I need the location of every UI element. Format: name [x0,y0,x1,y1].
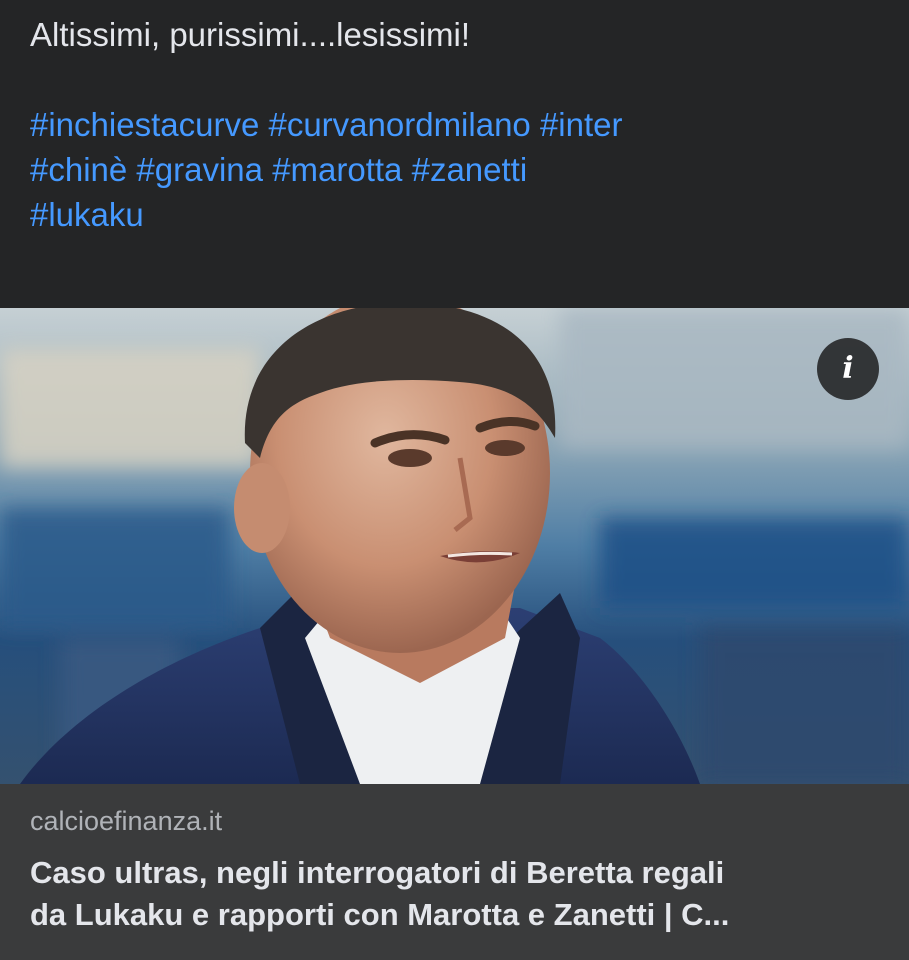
hashtag-line: #chinè #gravina #marotta #zanetti [30,151,527,188]
portrait-photo [0,308,909,784]
hashtag-line: #lukaku [30,196,144,233]
hashtag-inchiestacurve[interactable]: #inchiestacurve [30,106,259,143]
post-text: Altissimi, purissimi....lesissimi! #inch… [30,12,890,237]
info-button[interactable]: i [817,338,879,400]
post-caption: Altissimi, purissimi....lesissimi! [30,16,471,53]
hashtag-zanetti[interactable]: #zanetti [412,151,528,188]
hashtag-line: #inchiestacurve #curvanordmilano #inter [30,106,623,143]
hashtag-gravina[interactable]: #gravina [136,151,263,188]
hashtag-chine[interactable]: #chinè [30,151,127,188]
link-preview-card[interactable]: i calcioefinanza.it Caso ultras, negli i… [0,308,909,960]
hashtag-curvanordmilano[interactable]: #curvanordmilano [268,106,530,143]
hashtag-lukaku[interactable]: #lukaku [30,196,144,233]
link-title-line-2: da Lukaku e rapporti con Marotta e Zanet… [30,897,730,932]
link-preview-image[interactable]: i [0,308,909,784]
facebook-post: Altissimi, purissimi....lesissimi! #inch… [0,0,909,960]
info-icon: i [842,351,854,386]
hashtag-marotta[interactable]: #marotta [272,151,402,188]
hashtag-inter[interactable]: #inter [540,106,623,143]
link-title: Caso ultras, negli interrogatori di Bere… [30,852,890,936]
link-title-line-1: Caso ultras, negli interrogatori di Bere… [30,855,725,890]
hashtag-list: #inchiestacurve #curvanordmilano #inter … [30,102,890,237]
link-preview-meta[interactable]: calcioefinanza.it Caso ultras, negli int… [0,784,909,960]
link-domain: calcioefinanza.it [30,806,223,836]
